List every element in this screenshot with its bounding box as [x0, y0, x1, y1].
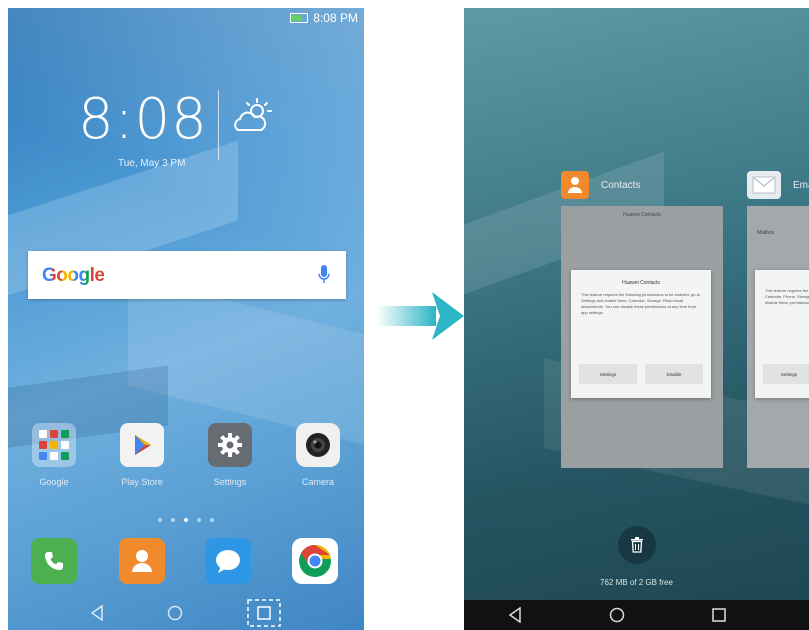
dialog-settings-button[interactable]: Settings	[579, 364, 637, 384]
contact-icon[interactable]	[119, 538, 165, 584]
home-app-row: Google Play Store Settings Camera	[8, 423, 364, 503]
dialog-text: This feature requires the following perm…	[581, 292, 700, 315]
battery-icon	[290, 13, 309, 23]
play-store-icon	[120, 423, 164, 467]
dialog-buttons: Settings Disable	[579, 364, 703, 384]
status-time: 8:08 PM	[313, 11, 358, 25]
page-dot	[158, 518, 162, 522]
navigation-bar	[464, 600, 809, 630]
clear-all-button[interactable]	[618, 526, 656, 564]
google-folder-icon	[32, 423, 76, 467]
card-title: Contacts	[601, 179, 641, 191]
clock-date: Tue, May 3 PM	[118, 158, 186, 169]
page-dot	[210, 518, 214, 522]
page-dot-active	[184, 518, 188, 522]
card-header: Email	[747, 168, 809, 202]
partly-cloudy-icon	[234, 98, 272, 131]
recent-apps-icon[interactable]	[711, 608, 726, 622]
navigation-bar	[8, 596, 364, 630]
app-label: Play Store	[121, 477, 163, 487]
card-header: Contacts	[561, 168, 723, 202]
app-google-folder[interactable]: Google	[22, 423, 86, 487]
app-settings[interactable]: Settings	[198, 423, 262, 487]
page-dot	[197, 518, 201, 522]
preview-title: Mailbox	[757, 230, 775, 236]
trash-icon	[631, 537, 643, 553]
preview-title: Huawei Contacts	[623, 212, 661, 218]
card-preview: Mailbox This feature requires the follow…	[747, 206, 809, 468]
memory-status: 762 MB of 2 GB free	[600, 578, 673, 587]
google-search-bar[interactable]: Google	[28, 251, 346, 299]
page-indicator	[158, 518, 214, 522]
permission-dialog: This feature requires the following perm…	[755, 270, 809, 398]
dock	[8, 538, 364, 594]
google-logo: Google	[42, 265, 105, 287]
permission-dialog: Huawei Contacts This feature requires th…	[571, 270, 711, 398]
back-icon[interactable]	[508, 607, 522, 623]
clock-time: 8:08	[78, 87, 208, 152]
recent-app-card-contacts[interactable]: Contacts Huawei Contacts Huawei Contacts…	[561, 168, 723, 468]
card-title: Email	[793, 179, 809, 191]
app-label: Settings	[213, 477, 247, 487]
card-preview: Huawei Contacts Huawei Contacts This fea…	[561, 206, 723, 468]
contact-icon	[561, 171, 589, 199]
phone-icon[interactable]	[31, 538, 77, 584]
app-play-store[interactable]: Play Store	[110, 423, 174, 487]
recent-apps-screen: Contacts Huawei Contacts Huawei Contacts…	[464, 8, 809, 630]
arrow-right-icon	[376, 292, 464, 340]
app-label: Google	[39, 477, 69, 487]
home-screen: 8:08 PM 8:08 Tue, May 3 PM Google Google…	[8, 8, 364, 630]
chrome-icon[interactable]	[292, 538, 338, 584]
dialog-settings-button[interactable]: Settings	[763, 364, 809, 384]
gear-icon	[208, 423, 252, 467]
app-label: Camera	[301, 477, 334, 487]
clock-weather-widget[interactable]: 8:08 Tue, May 3 PM	[78, 88, 308, 178]
google-logo-text: Google	[42, 265, 105, 286]
camera-icon	[296, 423, 340, 467]
message-icon[interactable]	[205, 538, 251, 584]
dialog-buttons: Settings	[763, 364, 809, 384]
dialog-disable-button[interactable]: Disable	[645, 364, 703, 384]
status-bar: 8:08 PM	[290, 8, 358, 28]
dialog-text: This feature requires the following perm…	[765, 288, 809, 305]
recent-app-card-email[interactable]: Email Mailbox This feature requires the …	[747, 168, 809, 468]
microphone-icon[interactable]	[318, 265, 330, 285]
recent-apps-icon[interactable]	[246, 598, 282, 628]
clock-divider	[218, 90, 219, 160]
mail-icon	[747, 171, 781, 199]
home-icon[interactable]	[167, 605, 183, 621]
page-dot	[171, 518, 175, 522]
back-icon[interactable]	[90, 605, 104, 621]
home-icon[interactable]	[609, 607, 625, 623]
app-camera[interactable]: Camera	[286, 423, 350, 487]
